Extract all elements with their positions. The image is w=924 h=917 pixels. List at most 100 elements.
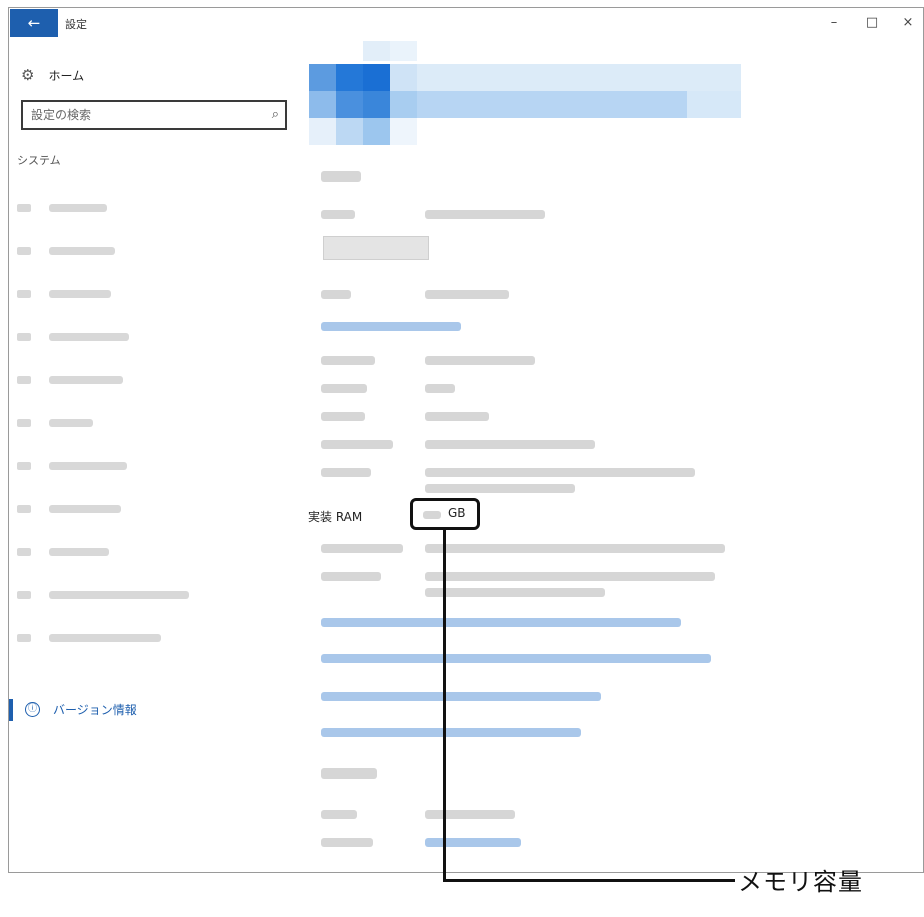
blurred-icon [17,247,31,255]
blurred-label [49,204,107,212]
blurred-link[interactable] [425,838,521,847]
window-title: 設定 [65,18,87,31]
sidebar-item-blurred[interactable] [17,585,189,605]
ram-unit: GB [448,506,466,520]
settings-window: ← 設定 – □ × ⚙ ホーム 設定の検索 ⌕ システム ⓘ バージョン情報 [8,7,924,873]
blurred-label [321,468,371,477]
blurred-label [49,419,93,427]
blurred-row [321,412,489,421]
blurred-value [425,384,455,393]
sidebar: ⚙ ホーム 設定の検索 ⌕ システム ⓘ バージョン情報 [9,38,301,872]
blurred-row [321,810,515,819]
blurred-label [321,356,375,365]
blurred-icon [17,634,31,642]
blurred-value [425,412,489,421]
blurred-icon [17,204,31,212]
blurred-value [425,290,509,299]
home-label: ホーム [48,68,85,83]
blurred-value [425,588,605,597]
callout-line-horizontal [443,879,735,882]
title-bar: ← 設定 – □ × [9,8,923,38]
blurred-heading [321,171,361,182]
blurred-label [49,333,129,341]
blurred-icon [17,548,31,556]
blurred-value [425,210,545,219]
sidebar-item-blurred[interactable] [17,284,111,304]
callout-label: メモリ容量 [738,868,863,896]
home-link[interactable]: ⚙ ホーム [21,66,84,84]
search-placeholder: 設定の検索 [31,108,92,122]
sidebar-item-blurred[interactable] [17,628,161,648]
blurred-value [425,544,725,553]
blurred-row [321,440,595,449]
blurred-label [49,591,189,599]
sidebar-item-blurred[interactable] [17,198,107,218]
back-button[interactable]: ← [10,9,58,37]
info-icon: ⓘ [25,702,40,717]
blurred-label [49,290,111,298]
close-icon: × [902,15,914,30]
blurred-label [321,210,355,219]
blurred-label [321,544,403,553]
blurred-row [321,838,521,847]
blurred-row [321,356,535,365]
blurred-label [49,462,127,470]
minimize-button[interactable]: – [819,13,849,33]
installed-ram-label: 実装 RAM [308,510,363,524]
blurred-label [321,838,373,847]
blurred-icon [17,505,31,513]
close-button[interactable]: × [893,13,923,33]
blurred-link[interactable] [321,728,581,737]
sidebar-item-about[interactable]: ⓘ バージョン情報 [9,699,301,723]
sidebar-item-blurred[interactable] [17,241,115,261]
blurred-label [49,634,161,642]
blurred-label [321,810,357,819]
ram-value-blurred [423,511,441,519]
sidebar-item-blurred[interactable] [17,327,129,347]
maximize-icon: □ [865,15,879,30]
sidebar-item-blurred[interactable] [17,456,127,476]
sidebar-item-blurred[interactable] [17,542,109,562]
ram-value-highlight: GB [410,498,480,530]
blurred-value [425,356,535,365]
blurred-icon [17,290,31,298]
blurred-label [49,505,121,513]
blurred-link[interactable] [321,618,681,627]
blurred-label [49,548,109,556]
blurred-row [321,290,509,299]
callout-line-vertical [443,529,446,882]
blurred-label [321,290,351,299]
blurred-heading [321,768,377,779]
blurred-row [321,210,545,219]
minimize-icon: – [830,15,838,30]
settings-search-input[interactable]: 設定の検索 ⌕ [21,100,287,130]
sidebar-item-blurred[interactable] [17,413,93,433]
blurred-label [321,572,381,581]
blurred-row [321,468,695,477]
search-icon: ⌕ [271,107,279,122]
blurred-label [321,412,365,421]
blurred-value [425,484,575,493]
blurred-link[interactable] [321,654,711,663]
blurred-label [49,247,115,255]
blurred-link[interactable] [321,692,601,701]
blurred-value [425,440,595,449]
blurred-button[interactable] [323,236,429,260]
blurred-row [321,544,725,553]
gear-icon: ⚙ [21,66,35,84]
blurred-icon [17,462,31,470]
blurred-icon [17,376,31,384]
blurred-row [321,572,715,581]
main-content [309,38,923,872]
sidebar-item-blurred[interactable] [17,370,123,390]
back-arrow-icon: ← [27,14,41,32]
sidebar-item-blurred[interactable] [17,499,121,519]
blurred-link[interactable] [321,322,461,331]
blurred-value [425,468,695,477]
active-indicator [9,699,13,721]
blurred-label [321,440,393,449]
section-label-system: システム [17,154,61,167]
sidebar-item-about-label: バージョン情報 [53,703,137,717]
blurred-value [425,572,715,581]
maximize-button[interactable]: □ [857,13,887,33]
